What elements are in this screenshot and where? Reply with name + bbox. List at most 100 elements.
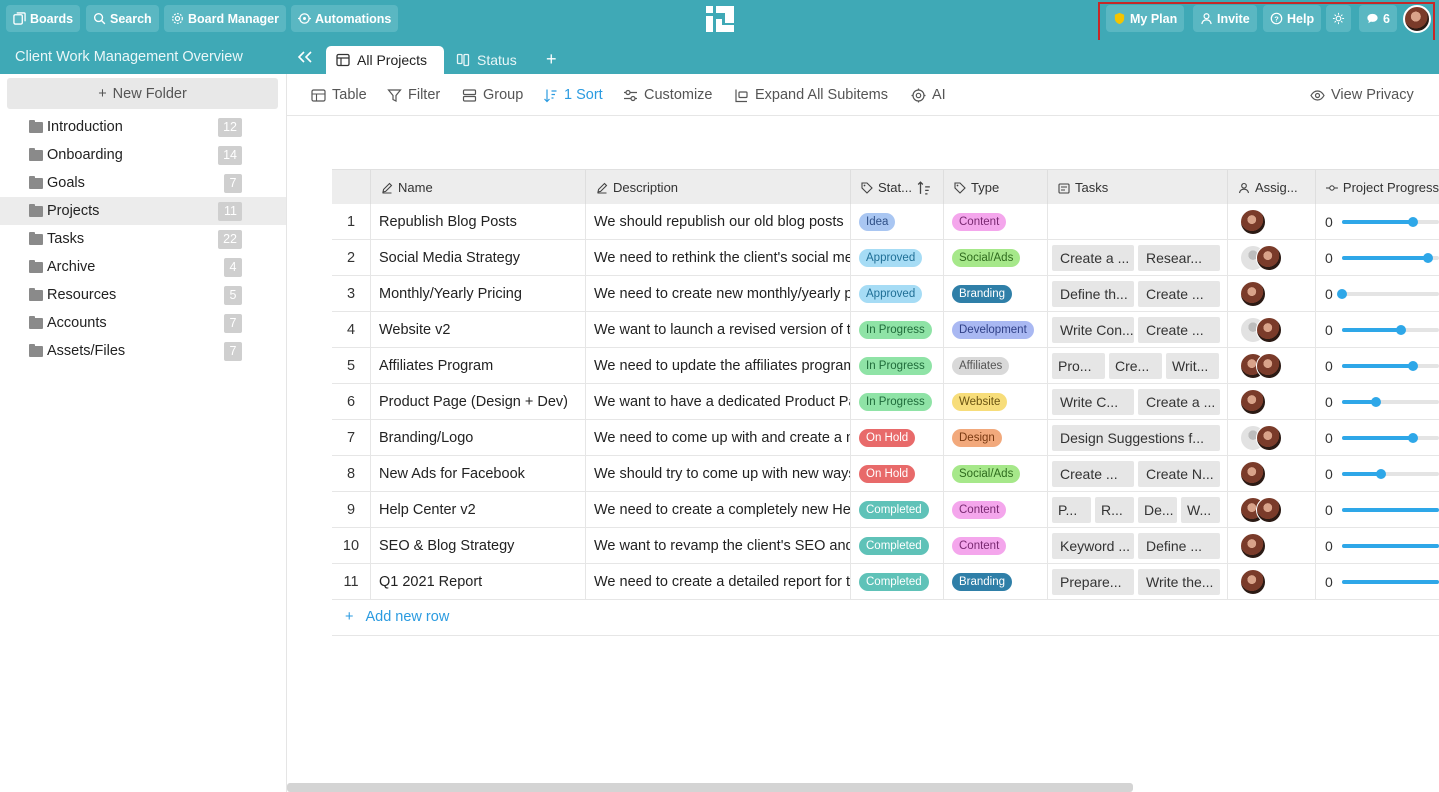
- cell-tasks[interactable]: Prepare... Write the...: [1047, 564, 1227, 600]
- cell-status[interactable]: Completed: [850, 492, 943, 528]
- cell-assignee[interactable]: [1227, 276, 1315, 312]
- cell-status[interactable]: Approved: [850, 276, 943, 312]
- sort-button[interactable]: 1 Sort: [543, 87, 603, 103]
- progress-handle[interactable]: [1407, 361, 1418, 371]
- cell-name[interactable]: Help Center v2: [370, 492, 585, 528]
- task-chip[interactable]: P...: [1052, 497, 1091, 523]
- column-header-type[interactable]: Type: [943, 170, 1047, 205]
- boards-button[interactable]: Boards: [6, 5, 81, 32]
- table-row[interactable]: 2 Social Media Strategy We need to rethink…: [332, 240, 1439, 276]
- sidebar-item-archive[interactable]: Archive 4: [0, 253, 286, 281]
- cell-type[interactable]: Design: [943, 420, 1047, 456]
- task-chip[interactable]: Write the...: [1138, 569, 1220, 595]
- column-header-tasks[interactable]: Tasks: [1047, 170, 1227, 205]
- cell-tasks[interactable]: Write Con... Create ...: [1047, 312, 1227, 348]
- table-row[interactable]: 7 Branding/Logo We need to come up with an…: [332, 420, 1439, 456]
- cell-name[interactable]: New Ads for Facebook: [370, 456, 585, 492]
- table-row[interactable]: 4 Website v2 We want to launch a revised v…: [332, 312, 1439, 348]
- progress-slider[interactable]: 0: [1316, 466, 1439, 482]
- tab-status[interactable]: Status: [446, 46, 527, 74]
- cell-type[interactable]: Content: [943, 492, 1047, 528]
- cell-progress[interactable]: 0: [1315, 240, 1439, 276]
- cell-assignee[interactable]: [1227, 384, 1315, 420]
- table-row[interactable]: 6 Product Page (Design + Dev) We want to h…: [332, 384, 1439, 420]
- group-button[interactable]: Group: [462, 87, 523, 103]
- progress-handle[interactable]: [1407, 433, 1418, 443]
- cell-status[interactable]: Completed: [850, 564, 943, 600]
- task-chip[interactable]: Create ...: [1138, 317, 1220, 343]
- progress-handle[interactable]: [1423, 253, 1434, 263]
- cell-progress[interactable]: 0: [1315, 564, 1439, 600]
- cell-status[interactable]: In Progress: [850, 348, 943, 384]
- cell-progress[interactable]: 0: [1315, 456, 1439, 492]
- task-chip[interactable]: De...: [1138, 497, 1177, 523]
- sidebar-item-resources[interactable]: Resources 5: [0, 281, 286, 309]
- sidebar-item-assets-files[interactable]: Assets/Files 7: [0, 337, 286, 365]
- add-tab-button[interactable]: +: [546, 49, 557, 70]
- column-header-name[interactable]: Name: [370, 170, 585, 205]
- cell-status[interactable]: Idea: [850, 204, 943, 240]
- sidebar-item-accounts[interactable]: Accounts 7: [0, 309, 286, 337]
- cell-progress[interactable]: 0: [1315, 276, 1439, 312]
- cell-status[interactable]: In Progress: [850, 384, 943, 420]
- task-chip[interactable]: Define ...: [1138, 533, 1220, 559]
- progress-slider[interactable]: 0: [1316, 358, 1439, 374]
- cell-tasks[interactable]: [1047, 204, 1227, 240]
- cell-description[interactable]: We should republish our old blog posts: [585, 204, 850, 240]
- cell-name[interactable]: SEO & Blog Strategy: [370, 528, 585, 564]
- cell-name[interactable]: Branding/Logo: [370, 420, 585, 456]
- cell-status[interactable]: Completed: [850, 528, 943, 564]
- cell-assignee[interactable]: [1227, 564, 1315, 600]
- cell-status[interactable]: Approved: [850, 240, 943, 276]
- sidebar-item-projects[interactable]: Projects 11: [0, 197, 286, 225]
- cell-progress[interactable]: 0: [1315, 384, 1439, 420]
- cell-progress[interactable]: 0: [1315, 312, 1439, 348]
- progress-slider[interactable]: 0: [1316, 286, 1439, 302]
- progress-handle[interactable]: [1370, 397, 1381, 407]
- task-chip[interactable]: Resear...: [1138, 245, 1220, 271]
- tab-all-projects[interactable]: All Projects: [326, 46, 444, 74]
- cell-name[interactable]: Monthly/Yearly Pricing: [370, 276, 585, 312]
- new-folder-button[interactable]: + New Folder: [7, 78, 278, 109]
- cell-assignee[interactable]: [1227, 420, 1315, 456]
- board-manager-button[interactable]: Board Manager: [164, 5, 286, 32]
- task-chip[interactable]: Create ...: [1138, 281, 1220, 307]
- cell-assignee[interactable]: [1227, 348, 1315, 384]
- cell-progress[interactable]: 0: [1315, 348, 1439, 384]
- automations-button[interactable]: Automations: [291, 5, 399, 32]
- cell-assignee[interactable]: [1227, 204, 1315, 240]
- task-chip[interactable]: R...: [1095, 497, 1134, 523]
- cell-description[interactable]: We want to revamp the client's SEO and: [585, 528, 850, 564]
- cell-assignee[interactable]: [1227, 312, 1315, 348]
- sidebar-item-tasks[interactable]: Tasks 22: [0, 225, 286, 253]
- cell-status[interactable]: In Progress: [850, 312, 943, 348]
- progress-handle[interactable]: [1396, 325, 1407, 335]
- cell-name[interactable]: Website v2: [370, 312, 585, 348]
- task-chip[interactable]: Create N...: [1138, 461, 1220, 487]
- cell-description[interactable]: We should try to come up with new ways: [585, 456, 850, 492]
- task-chip[interactable]: Create a ...: [1138, 389, 1220, 415]
- table-row[interactable]: 11 Q1 2021 Report We need to create a deta…: [332, 564, 1439, 600]
- cell-assignee[interactable]: [1227, 456, 1315, 492]
- table-row[interactable]: 8 New Ads for Facebook We should try to co…: [332, 456, 1439, 492]
- sidebar-item-goals[interactable]: Goals 7: [0, 169, 286, 197]
- cell-assignee[interactable]: [1227, 492, 1315, 528]
- cell-type[interactable]: Affiliates: [943, 348, 1047, 384]
- cell-tasks[interactable]: Create ... Create N...: [1047, 456, 1227, 492]
- cell-progress[interactable]: 0: [1315, 204, 1439, 240]
- column-header-progress[interactable]: Project Progress: [1315, 170, 1439, 205]
- cell-type[interactable]: Social/Ads: [943, 456, 1047, 492]
- cell-tasks[interactable]: Pro... Cre... Writ...: [1047, 348, 1227, 384]
- progress-slider[interactable]: 0: [1316, 214, 1439, 230]
- cell-description[interactable]: We want to launch a revised version of t…: [585, 312, 850, 348]
- task-chip[interactable]: W...: [1181, 497, 1220, 523]
- cell-progress[interactable]: 0: [1315, 528, 1439, 564]
- task-chip[interactable]: Write C...: [1052, 389, 1134, 415]
- task-chip[interactable]: Cre...: [1109, 353, 1162, 379]
- cell-type[interactable]: Social/Ads: [943, 240, 1047, 276]
- cell-tasks[interactable]: Write C... Create a ...: [1047, 384, 1227, 420]
- view-privacy-button[interactable]: View Privacy: [1310, 87, 1414, 103]
- cell-name[interactable]: Republish Blog Posts: [370, 204, 585, 240]
- cell-description[interactable]: We need to create new monthly/yearly pri…: [585, 276, 850, 312]
- table-row[interactable]: 9 Help Center v2 We need to create a compl…: [332, 492, 1439, 528]
